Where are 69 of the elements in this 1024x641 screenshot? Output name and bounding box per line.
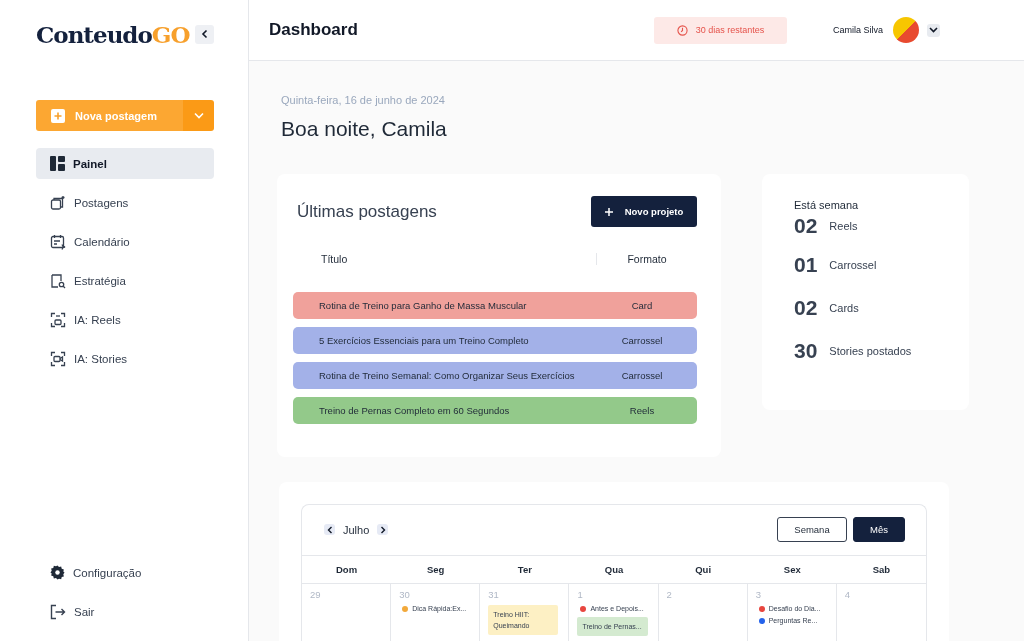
logo: ConteudoGO — [36, 20, 190, 48]
clock-icon — [676, 24, 688, 36]
settings-icon — [50, 565, 65, 580]
weekday-header: Sex — [747, 556, 837, 584]
dashboard-icon — [50, 156, 65, 171]
collapse-button[interactable] — [195, 24, 214, 44]
day-number: 2 — [666, 589, 673, 600]
post-row[interactable]: Rotina de Treino Semanal: Como Organizar Seus Exercícios Carrossel — [293, 362, 697, 389]
date-text: Quinta-feira, 16 de junho de 2024 — [281, 94, 446, 106]
stat-label: Stories postados — [829, 344, 912, 357]
page-title: Dashboard — [269, 20, 359, 40]
day-number: 31 — [488, 589, 500, 600]
view-tab[interactable]: Semana — [777, 517, 847, 542]
greeting: Boa noite, Camila — [281, 117, 448, 141]
user-menu-button[interactable] — [927, 23, 940, 37]
column-header: Formato — [626, 253, 668, 265]
view-tab[interactable]: Mês — [853, 517, 905, 542]
month-label: Julho — [343, 523, 370, 536]
nav-item[interactable]: IA: Reels — [36, 304, 214, 335]
card-title: Está semana — [794, 199, 860, 211]
stat-number: 02 — [794, 295, 818, 320]
avatar[interactable] — [893, 17, 919, 43]
previous-month-button[interactable] — [324, 524, 335, 535]
day-number: 29 — [310, 589, 322, 600]
nav-item[interactable]: Sair — [36, 596, 214, 627]
nav-item[interactable]: Painel — [36, 148, 214, 179]
chevron-left-icon — [326, 525, 333, 534]
day-number: 30 — [399, 589, 411, 600]
stat-label: Cards — [829, 301, 859, 314]
nav-item[interactable]: Postagens — [36, 187, 214, 218]
posts-icon — [50, 194, 66, 211]
post-row[interactable]: Rotina de Treino para Ganho de Massa Muscular Card — [293, 292, 697, 319]
chevron-left-icon — [200, 29, 209, 39]
day-number: 3 — [755, 589, 762, 600]
trial-badge: 30 dias restantes — [654, 16, 787, 44]
weekday-header: Seg — [391, 556, 481, 584]
column-header: Título — [293, 253, 597, 265]
day-number: 1 — [577, 589, 584, 600]
stat-label: Carrossel — [829, 258, 877, 271]
day-number: 4 — [844, 589, 852, 600]
stat-number: 30 — [794, 338, 818, 363]
user-name: Camila Silva — [833, 25, 883, 35]
book-search-icon — [50, 272, 66, 289]
stat-label: Reels — [829, 220, 858, 232]
weekday-header: Qui — [658, 556, 748, 584]
nav-item[interactable]: Calendário — [36, 226, 214, 257]
weekday-header: Qua — [569, 556, 659, 584]
nav-item[interactable]: Estratégia — [36, 265, 214, 296]
plus-icon — [604, 207, 613, 216]
stat-number: 01 — [794, 252, 818, 277]
chevron-down-icon — [929, 27, 938, 33]
stat-number: 02 — [794, 214, 818, 238]
card-title: Últimas postagens — [297, 201, 437, 222]
next-month-button[interactable] — [377, 524, 389, 535]
weekday-header: Dom — [302, 556, 392, 584]
new-project-button[interactable]: Novo projeto — [591, 196, 697, 227]
stories-icon — [50, 350, 66, 367]
post-row[interactable]: 5 Exercícios Essenciais para um Treino Completo Carrossel — [293, 327, 697, 354]
weekday-header: Ter — [480, 556, 570, 584]
chevron-right-icon — [379, 525, 386, 534]
post-row[interactable]: Treino de Pernas Completo em 60 Segundos Reels — [293, 397, 697, 424]
chevron-down-icon — [193, 112, 204, 119]
logout-icon — [50, 603, 66, 620]
nav-item[interactable]: IA: Stories — [36, 343, 214, 374]
nav-item[interactable]: Configuração — [36, 557, 214, 588]
reels-icon — [50, 311, 66, 328]
calendar-icon — [50, 233, 66, 250]
plus-icon — [51, 108, 65, 123]
weekday-header: Sab — [836, 556, 926, 584]
